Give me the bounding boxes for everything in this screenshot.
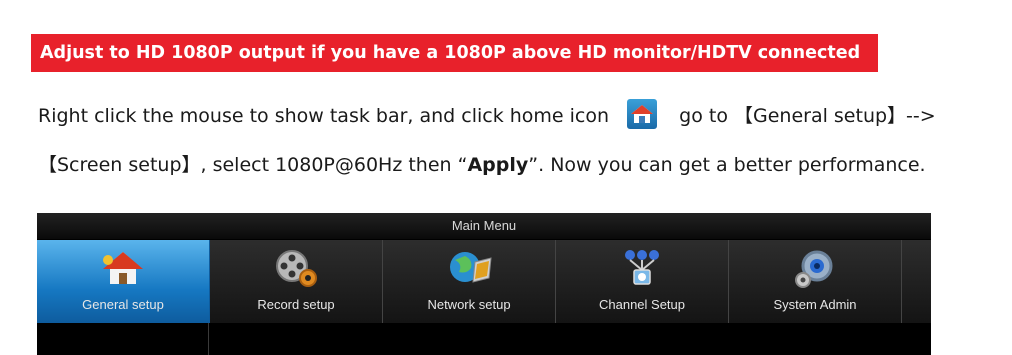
tab-label: Channel Setup xyxy=(598,297,685,312)
tab-general-setup[interactable]: General setup xyxy=(37,240,210,323)
gears-icon xyxy=(789,248,841,288)
tab-record-setup[interactable]: Record setup xyxy=(210,240,383,323)
instruction-text-prefix: 【Screen setup】, select 1080P@60Hz then “ xyxy=(38,154,468,176)
main-menu-tabs: General setup Record setup Network setup… xyxy=(37,240,931,323)
instruction-text-suffix: ”. Now you can get a better performance. xyxy=(528,154,926,176)
instruction-line-1: Right click the mouse to show task bar, … xyxy=(38,98,936,132)
dvr-main-menu-screenshot: Main Menu General setup Record setup Net… xyxy=(37,213,931,355)
tab-label: Record setup xyxy=(257,297,335,312)
film-reel-gear-icon xyxy=(270,248,322,288)
instruction-text-after-icon: go to 【General setup】--> xyxy=(679,105,936,127)
home-icon xyxy=(627,98,658,129)
instruction-text-before-icon: Right click the mouse to show task bar, … xyxy=(38,105,610,127)
panel-divider xyxy=(208,323,209,355)
tab-network-setup[interactable]: Network setup xyxy=(383,240,556,323)
instruction-line-2: 【Screen setup】, select 1080P@60Hz then “… xyxy=(38,150,926,177)
tab-channel-setup[interactable]: Channel Setup xyxy=(556,240,729,323)
apply-keyword: Apply xyxy=(467,154,529,176)
home-icon xyxy=(97,248,149,288)
highlight-banner: Adjust to HD 1080P output if you have a … xyxy=(31,34,878,72)
channel-tree-icon xyxy=(616,248,668,288)
tab-system-admin[interactable]: System Admin xyxy=(729,240,902,323)
main-menu-title: Main Menu xyxy=(37,213,931,239)
tab-label: Network setup xyxy=(427,297,511,312)
tab-label: General setup xyxy=(82,297,164,312)
tab-label: System Admin xyxy=(773,297,857,312)
globe-laptop-icon xyxy=(443,248,495,288)
tab-bar-filler xyxy=(902,240,931,323)
